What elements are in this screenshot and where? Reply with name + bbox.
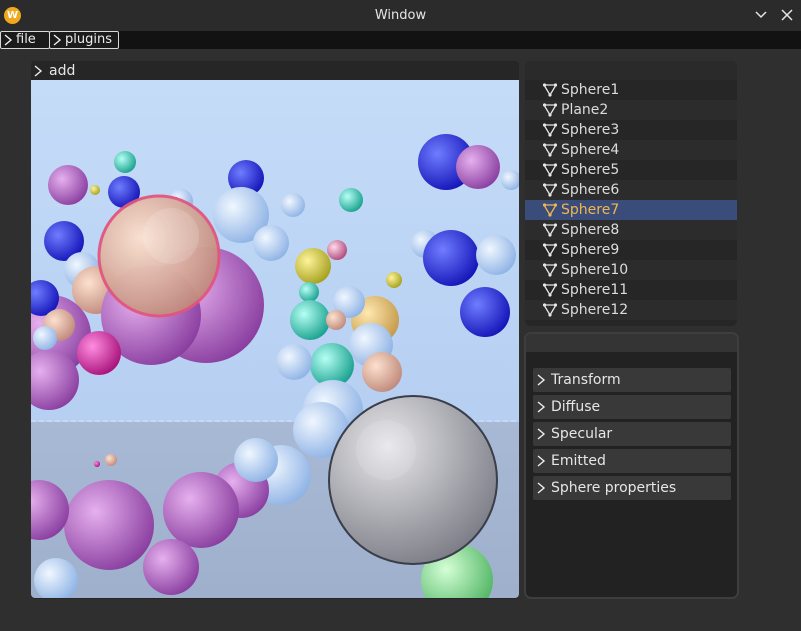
property-section-diffuse[interactable]: Diffuse	[533, 395, 731, 419]
scene-list-item[interactable]: Sphere10	[525, 260, 737, 280]
property-section-label: Emitted	[551, 453, 606, 469]
object-node-icon	[543, 183, 557, 197]
scene-list-item[interactable]: Plane2	[525, 100, 737, 120]
object-node-icon	[543, 263, 557, 277]
menu-file-label: file	[16, 32, 36, 47]
object-node-icon	[543, 303, 557, 317]
object-node-icon	[543, 223, 557, 237]
scene-list-item-label: Sphere9	[561, 242, 620, 258]
add-label: add	[49, 62, 76, 79]
scene-list-item[interactable]: Sphere5	[525, 160, 737, 180]
object-node-icon	[543, 143, 557, 157]
chevron-down-icon[interactable]	[752, 6, 770, 24]
object-node-icon	[543, 163, 557, 177]
scene-list-item-label: Sphere6	[561, 182, 620, 198]
window-title: Window	[374, 8, 427, 23]
add-collapsible-header[interactable]: add	[31, 61, 519, 80]
property-section-label: Diffuse	[551, 399, 601, 415]
scene-list-item-label: Sphere12	[561, 302, 629, 318]
scene-list-item[interactable]: Sphere11	[525, 280, 737, 300]
chevron-right-icon	[537, 482, 546, 494]
object-node-icon	[543, 243, 557, 257]
close-icon[interactable]	[778, 6, 796, 24]
scene-list-item-label: Sphere11	[561, 282, 629, 298]
scene-list-item[interactable]: Sphere9	[525, 240, 737, 260]
rendered-scene-image	[31, 80, 519, 598]
object-node-icon	[543, 83, 557, 97]
menu-plugins-button[interactable]: plugins	[49, 31, 119, 49]
chevron-right-icon	[4, 34, 13, 46]
property-section-transform[interactable]: Transform	[533, 368, 731, 392]
scene-list-item-label: Sphere10	[561, 262, 629, 278]
scene-list-item[interactable]: Sphere3	[525, 120, 737, 140]
property-section-sphere-properties[interactable]: Sphere properties	[533, 476, 731, 500]
property-section-emitted[interactable]: Emitted	[533, 449, 731, 473]
render-viewport[interactable]	[31, 80, 519, 598]
scene-list-item-label: Sphere8	[561, 222, 620, 238]
chevron-right-icon	[537, 428, 546, 440]
scene-list-item[interactable]: Sphere8	[525, 220, 737, 240]
object-node-icon	[543, 123, 557, 137]
property-section-label: Sphere properties	[551, 480, 677, 496]
scene-list-item-label: Plane2	[561, 102, 609, 118]
properties-header	[526, 334, 737, 352]
scene-list-item-label: Sphere3	[561, 122, 620, 138]
chevron-right-icon	[34, 64, 43, 77]
object-node-icon	[543, 103, 557, 117]
menu-bar: file plugins	[0, 31, 801, 49]
property-section-label: Transform	[551, 372, 621, 388]
property-section-label: Specular	[551, 426, 613, 442]
scene-list-item-label: Sphere4	[561, 142, 620, 158]
chevron-right-icon	[537, 401, 546, 413]
scene-list-item[interactable]: Sphere7	[525, 200, 737, 220]
scene-list-item[interactable]: Sphere6	[525, 180, 737, 200]
scene-list-item-label: Sphere7	[561, 202, 620, 218]
scene-list-item[interactable]: Sphere4	[525, 140, 737, 160]
scene-list-item-label: Sphere1	[561, 82, 620, 98]
chevron-right-icon	[537, 455, 546, 467]
scene-list-item[interactable]: Sphere12	[525, 300, 737, 320]
scene-list-item-label: Sphere5	[561, 162, 620, 178]
properties-panel: Transform Diffuse Specular Emitted Sphere pr…	[524, 332, 739, 599]
scene-list-header	[525, 61, 737, 80]
menu-file-button[interactable]: file	[0, 31, 50, 49]
object-node-icon	[543, 283, 557, 297]
property-section-specular[interactable]: Specular	[533, 422, 731, 446]
chevron-right-icon	[537, 374, 546, 386]
chevron-right-icon	[53, 34, 62, 46]
scene-list-item[interactable]: Sphere1	[525, 80, 737, 100]
title-bar: W Window	[0, 0, 801, 32]
menu-plugins-label: plugins	[65, 32, 112, 47]
object-node-icon	[543, 203, 557, 217]
scene-object-list: Sphere1 Plane2 Sphere3 Sphere4 Sphere5 Sphere…	[525, 61, 737, 326]
